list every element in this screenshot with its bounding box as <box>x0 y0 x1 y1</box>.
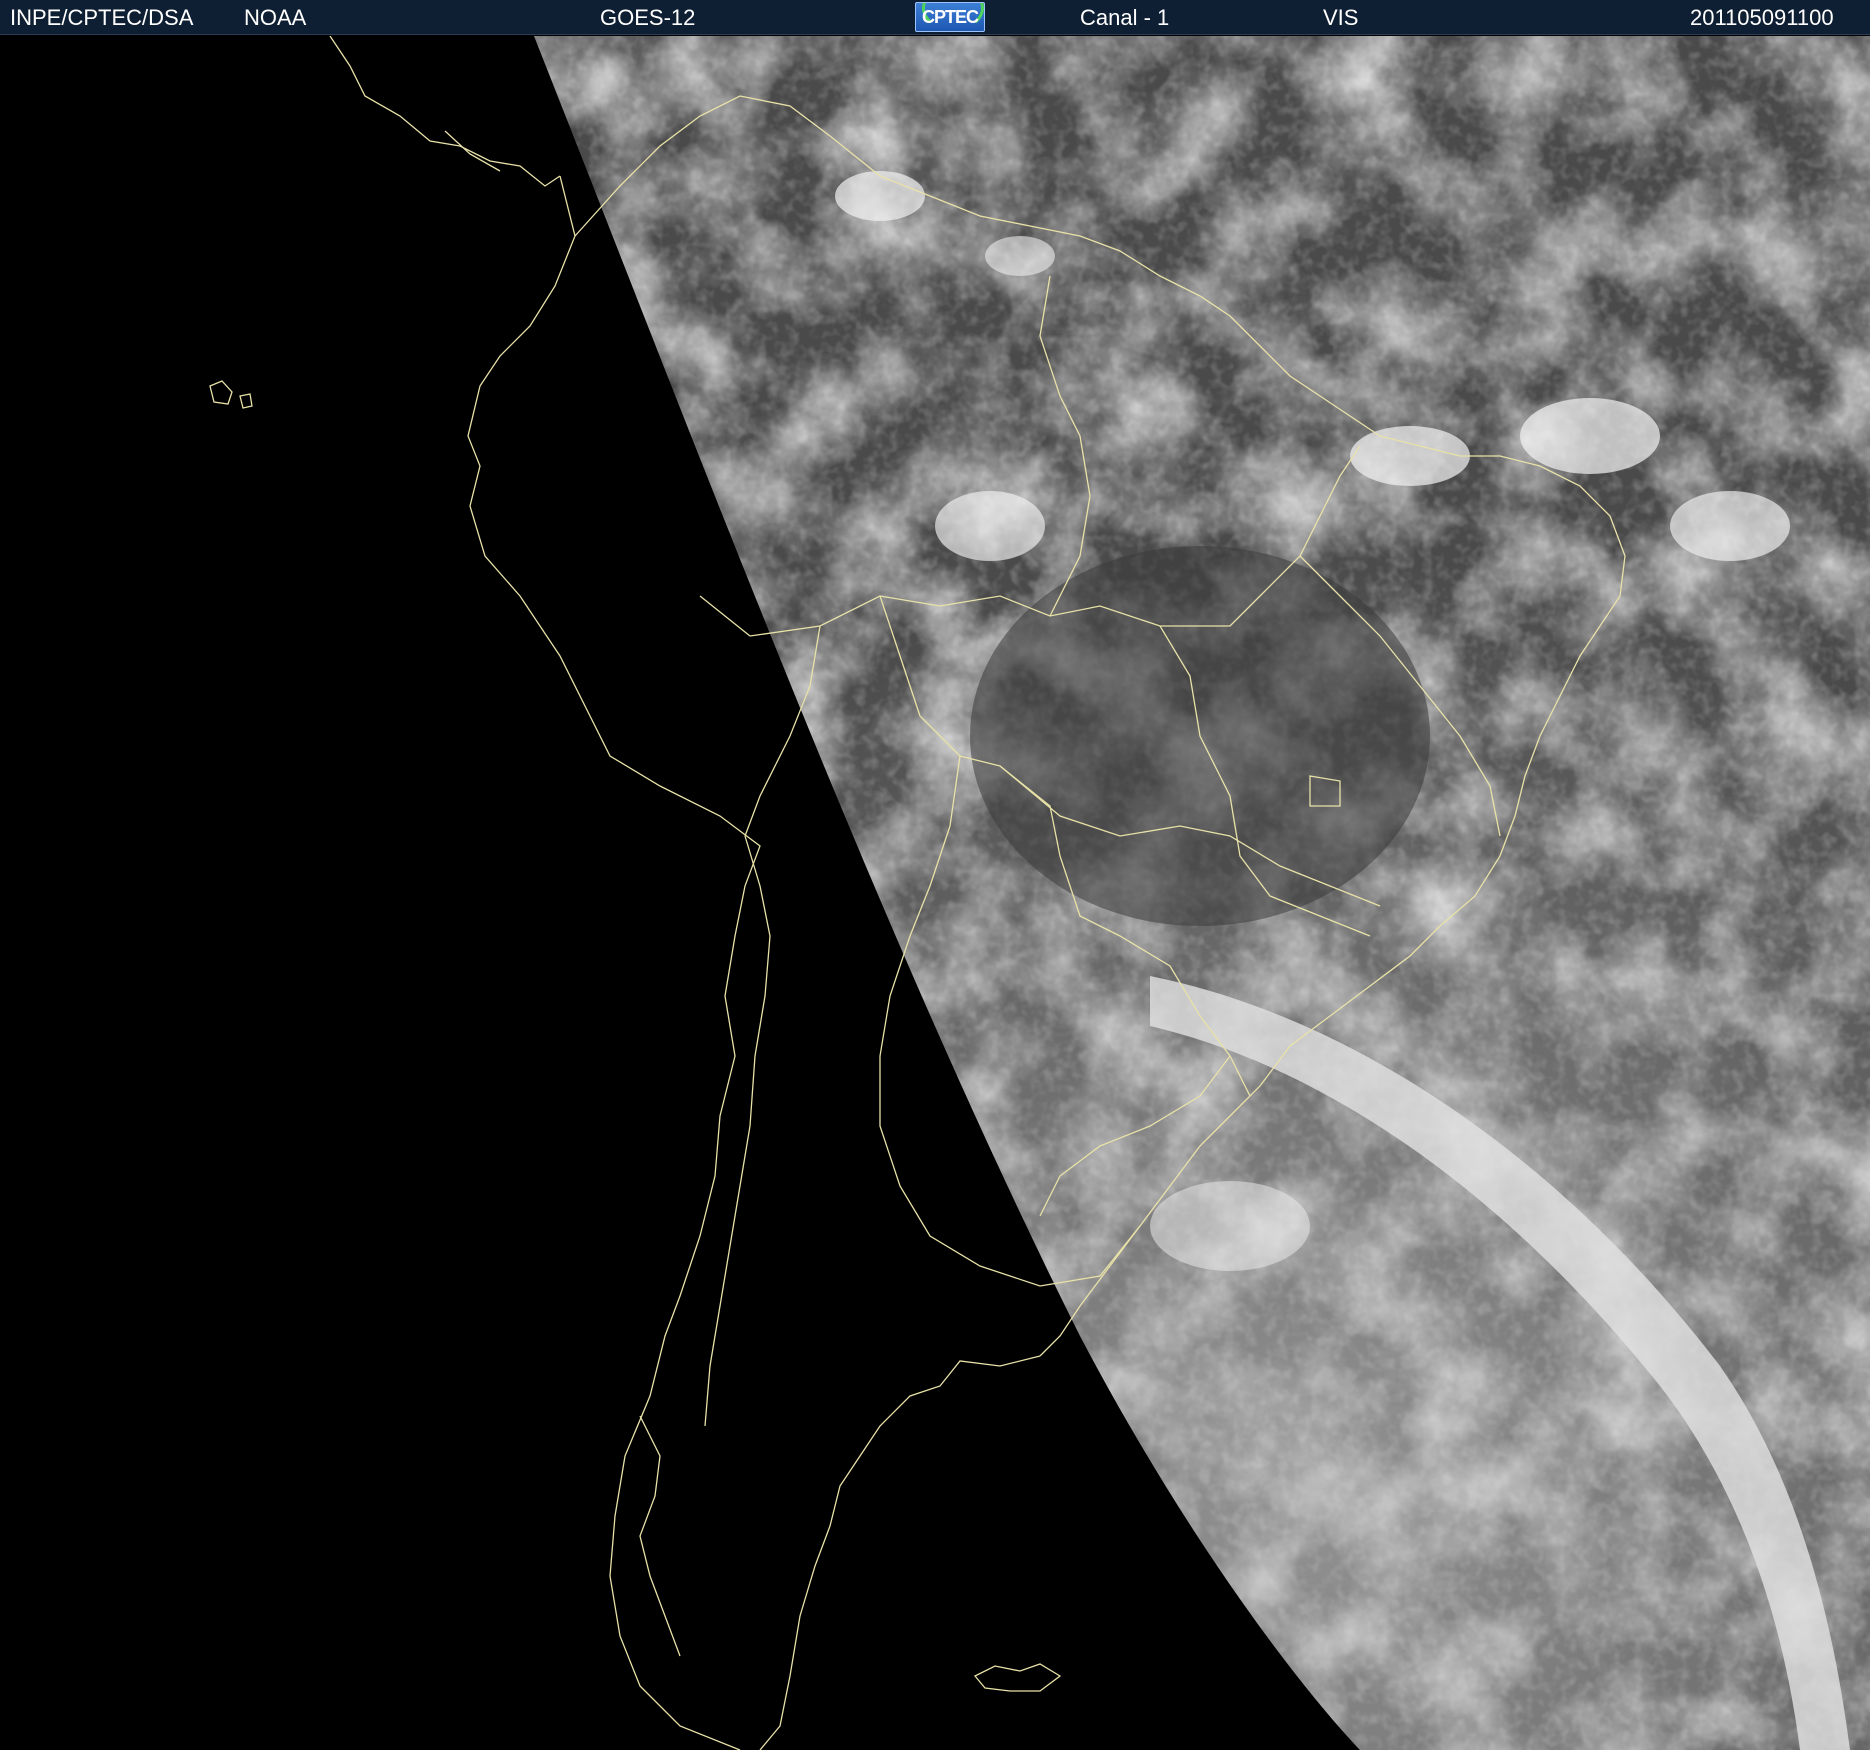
satellite-image <box>0 36 1870 1750</box>
channel-label: Canal - 1 <box>1080 5 1170 30</box>
source-label: INPE/CPTEC/DSA <box>10 5 194 30</box>
satellite-label: GOES-12 <box>600 5 696 30</box>
timestamp-label: 201105091100 <box>1690 5 1834 30</box>
logo-text: CPTEC <box>921 7 979 27</box>
cptec-logo-icon: CPTEC <box>915 2 985 32</box>
header-bar: INPE/CPTEC/DSA NOAA GOES-12 CPTEC Canal … <box>0 0 1870 35</box>
agency-label: NOAA <box>244 5 307 30</box>
band-label: VIS <box>1323 5 1359 30</box>
